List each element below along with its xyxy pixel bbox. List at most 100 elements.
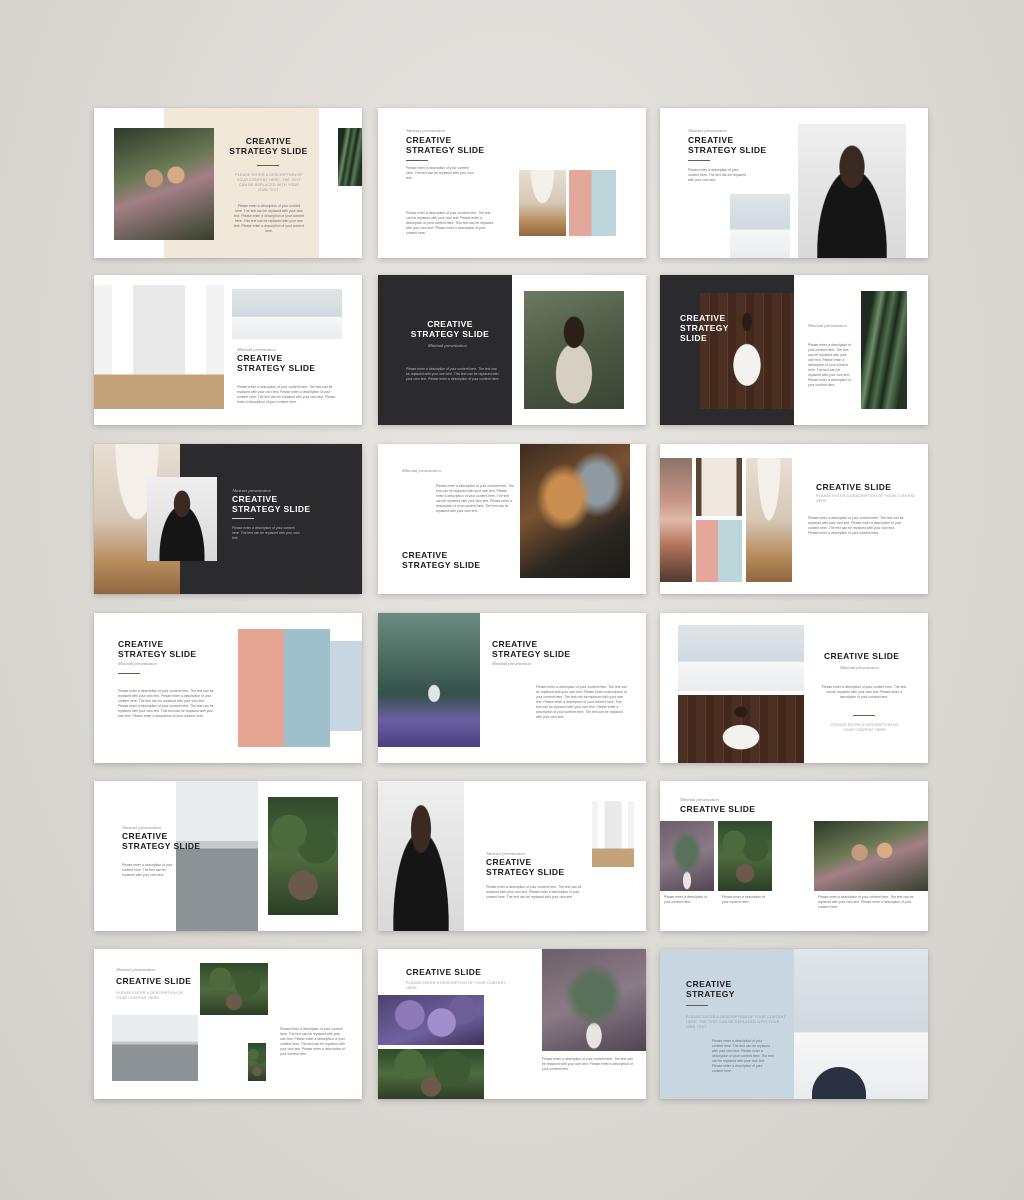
slide-paragraph-top: Please enter a description of your conte…: [406, 166, 474, 180]
slide-1[interactable]: CREATIVE STRATEGY SLIDE Please enter a d…: [94, 108, 362, 258]
photo-man-portrait: [378, 781, 464, 931]
photo-woman-white-dress: [678, 695, 804, 763]
slide-subtitle: Minimal presentation: [118, 661, 157, 666]
photo-road-woman: [112, 1015, 198, 1081]
slide-10[interactable]: CREATIVE STRATEGY SLIDE Minimal presenta…: [94, 613, 362, 763]
slide-title: CREATIVE STRATEGY SLIDE: [492, 639, 571, 659]
photo-road-woman: [176, 781, 258, 931]
slide-5[interactable]: CREATIVE STRATEGY SLIDE Minimal presenta…: [378, 275, 646, 425]
slide-paragraph: Please enter a description of your conte…: [536, 685, 627, 719]
slide-paragraph: Please enter a description of your conte…: [234, 204, 304, 233]
slide-title: CREATIVE SLIDE: [680, 804, 756, 814]
slide-paragraph: Please enter a description of your conte…: [280, 1027, 346, 1056]
slide-14[interactable]: Abstract presentation CREATIVE STRATEGY …: [378, 781, 646, 931]
accent-rule: [406, 160, 428, 162]
slide-paragraph: Please enter a description of your conte…: [808, 516, 904, 535]
photo-floor: [94, 285, 224, 409]
slide-paragraph: Please enter a description of your conte…: [688, 168, 746, 182]
photo-woman-portrait: [524, 291, 624, 409]
photo-sea-woman: [232, 289, 342, 339]
slide-caption: Please enter a description of your conte…: [235, 173, 303, 192]
slide-paragraph-a: Please enter a description of your conte…: [664, 895, 707, 904]
photo-leaves: [338, 128, 362, 186]
slide-2[interactable]: Abstract presentation CREATIVE STRATEGY …: [378, 108, 646, 258]
photo-ivy-window: [378, 1049, 484, 1099]
photo-pink-building: [238, 629, 330, 747]
photo-plant: [542, 949, 646, 1051]
slide-paragraph-b: Please enter a description of your conte…: [722, 895, 765, 904]
slide-caption: Please enter a description of your conte…: [406, 981, 506, 990]
slide-paragraph: Please enter a description of your conte…: [486, 885, 582, 899]
slide-subtitle: Minimal presentation: [428, 343, 467, 348]
dark-panel: [378, 275, 512, 425]
accent-rule: [688, 160, 710, 162]
slide-paragraph: Please enter a description of your conte…: [808, 343, 851, 387]
slide-title: CREATIVE STRATEGY SLIDE: [122, 831, 201, 851]
photo-arch-hall: [746, 458, 792, 582]
slide-title: CREATIVE STRATEGY: [686, 979, 735, 999]
slide-title: CREATIVE STRATEGY SLIDE: [688, 135, 767, 155]
photo-ivy-window: [718, 821, 772, 891]
accent-rule: [853, 715, 875, 717]
photo-floor: [592, 801, 634, 867]
slide-subtitle: Minimal presentation: [492, 661, 531, 666]
photo-women-flowers: [814, 821, 928, 891]
slide-4[interactable]: Minimal presentation CREATIVE STRATEGY S…: [94, 275, 362, 425]
photo-arch-doorway: [696, 458, 742, 516]
slide-paragraph: Please enter a description of your conte…: [237, 385, 336, 404]
slide-title: CREATIVE STRATEGY SLIDE: [232, 494, 311, 514]
slide-title: CREATIVE STRATEGY SLIDE: [118, 639, 197, 659]
photo-ivy-window: [200, 963, 268, 1015]
slide-paragraph: Please enter a description of your conte…: [406, 367, 500, 381]
photo-lake-city: [660, 458, 692, 582]
photo-door-wall: [696, 520, 742, 582]
slide-caption: Please enter a description of your conte…: [831, 723, 899, 732]
slide-subtitle: Abstract presentation: [232, 488, 271, 493]
slide-subtitle: Abstract presentation: [406, 128, 445, 133]
slide-caption: Please enter a description of your conte…: [116, 991, 184, 1000]
slide-9[interactable]: CREATIVE SLIDE Please enter a descriptio…: [660, 444, 928, 594]
slide-16[interactable]: Abstract presentation CREATIVE SLIDE Ple…: [94, 949, 362, 1099]
slide-18[interactable]: CREATIVE STRATEGY Please enter a descrip…: [660, 949, 928, 1099]
slide-title: CREATIVE STRATEGY SLIDE: [406, 135, 485, 155]
slide-3[interactable]: Abstract presentation CREATIVE STRATEGY …: [660, 108, 928, 258]
slide-title: CREATIVE SLIDE: [406, 967, 482, 977]
photo-woman-white-dress: [700, 293, 794, 409]
slide-subtitle: Minimal presentation: [840, 665, 879, 670]
slide-paragraph: Please enter a description of your conte…: [712, 1039, 774, 1073]
slide-13[interactable]: Abstract presentation CREATIVE STRATEGY …: [94, 781, 362, 931]
slide-paragraph: Please enter a description of your conte…: [118, 689, 214, 718]
slide-title: CREATIVE SLIDE: [824, 651, 900, 661]
slide-17[interactable]: CREATIVE SLIDE Please enter a descriptio…: [378, 949, 646, 1099]
slide-title: CREATIVE SLIDE: [816, 482, 892, 492]
slide-title: CREATIVE STRATEGY SLIDE: [402, 550, 481, 570]
slide-caption: Please enter a description of your conte…: [686, 1015, 786, 1029]
slide-paragraph: Please enter a description of your conte…: [436, 484, 514, 513]
slide-paragraph: Please enter a description of your conte…: [542, 1057, 633, 1071]
photo-women-flowers: [114, 128, 214, 240]
photo-museum-painting: [520, 444, 630, 578]
slide-subtitle: Abstract presentation: [688, 128, 727, 133]
slide-12[interactable]: CREATIVE SLIDE Minimal presentation Plea…: [660, 613, 928, 763]
slide-subtitle: Minimal presentation: [680, 797, 719, 802]
slide-paragraph: Please enter a description of your conte…: [821, 685, 907, 699]
slide-8[interactable]: Minimal presentation Please enter a desc…: [378, 444, 646, 594]
photo-plant: [660, 821, 714, 891]
slide-subtitle: Minimal presentation: [237, 347, 276, 352]
slide-15[interactable]: Minimal presentation CREATIVE SLIDE Plea…: [660, 781, 928, 931]
slide-6[interactable]: CREATIVE STRATEGY SLIDE Minimal presenta…: [660, 275, 928, 425]
accent-rule: [118, 673, 140, 675]
photo-ivy-window: [268, 797, 338, 915]
photo-ivy-small: [248, 1043, 266, 1081]
slide-11[interactable]: CREATIVE STRATEGY SLIDE Minimal presenta…: [378, 613, 646, 763]
slide-subtitle: Abstract presentation: [486, 851, 525, 856]
slide-caption: Please enter a description of your conte…: [816, 494, 916, 503]
slide-title: CREATIVE STRATEGY SLIDE: [229, 136, 308, 156]
photo-arch-hall: [519, 170, 566, 236]
accent-rule: [232, 518, 254, 520]
photo-forest-woman: [378, 613, 480, 747]
slide-title: CREATIVE SLIDE: [116, 976, 192, 986]
slide-paragraph: Please enter a description of your conte…: [406, 211, 494, 235]
slide-paragraph: Please enter a description of your conte…: [232, 526, 300, 540]
slide-7[interactable]: Abstract presentation CREATIVE STRATEGY …: [94, 444, 362, 594]
